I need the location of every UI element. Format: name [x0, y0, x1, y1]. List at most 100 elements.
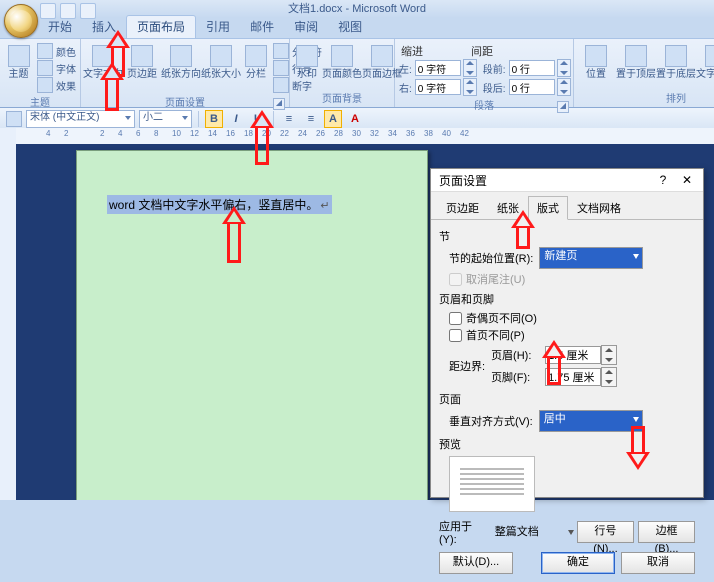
space-after-spin[interactable] [509, 78, 571, 96]
size-button[interactable]: 纸张大小 [203, 43, 239, 82]
dialog-body: 节 节的起始位置(R):新建页 取消尾注(U) 页眉和页脚 奇偶页不同(O) 首… [431, 220, 703, 512]
send-back-button[interactable]: 置于底层 [658, 43, 694, 82]
spinner-icon[interactable] [601, 345, 617, 365]
ribbon: 主题 颜色 字体 效果 主题 文字方向 页边距 纸张方向 纸张大小 分栏 分隔符… [0, 38, 714, 108]
space-before-input[interactable] [509, 60, 555, 76]
space-before-spin[interactable] [509, 59, 571, 77]
theme-effects[interactable]: 效果 [37, 77, 76, 93]
breaks-icon [273, 43, 289, 59]
default-button[interactable]: 默认(D)... [439, 552, 513, 574]
dialog-titlebar[interactable]: 页面设置 ? ✕ [431, 169, 703, 192]
valign-combo[interactable]: 居中 [539, 410, 643, 432]
tab-view[interactable]: 视图 [328, 16, 372, 38]
spinner-icon[interactable] [557, 78, 571, 96]
first-diff-label: 首页不同(P) [466, 327, 525, 343]
indent-right-spin[interactable] [415, 78, 477, 96]
themes-button[interactable]: 主题 [4, 43, 33, 82]
odd-even-check[interactable] [449, 312, 462, 325]
margins-button[interactable]: 页边距 [125, 43, 159, 82]
group-arrange: 位置 置于顶层 置于底层 文字环绕 对齐 排列 [574, 39, 714, 107]
align-left-button[interactable]: ≡ [280, 110, 298, 128]
footer-input[interactable] [545, 368, 601, 386]
columns-button[interactable]: 分栏 [243, 43, 269, 82]
ruler-horizontal[interactable]: 4224681012141618202224262830323436384042 [16, 128, 714, 145]
pagecolor-icon [331, 45, 353, 67]
position-button[interactable]: 位置 [578, 43, 614, 82]
spinner-icon[interactable] [463, 59, 477, 77]
spinner-icon[interactable] [601, 367, 617, 387]
palette-icon [37, 43, 53, 59]
apply-to-combo[interactable]: 整篇文档 [491, 524, 577, 540]
indent-label: 缩进 [401, 43, 423, 59]
line-number-button[interactable]: 行号(N)... [577, 521, 634, 543]
align-center-button[interactable]: ≡ [302, 110, 320, 128]
dlg-tab-grid[interactable]: 文档网格 [568, 196, 630, 220]
header-input[interactable] [545, 346, 601, 364]
odd-even-label: 奇偶页不同(O) [466, 310, 537, 326]
office-button[interactable] [4, 4, 38, 38]
pilcrow-icon [318, 198, 329, 212]
tab-home[interactable]: 开始 [38, 16, 82, 38]
qat-redo-icon[interactable] [80, 3, 96, 19]
tab-page-layout[interactable]: 页面布局 [126, 15, 196, 38]
qat-save-icon[interactable] [40, 3, 56, 19]
footer-spin[interactable] [545, 367, 617, 387]
tab-insert[interactable]: 插入 [82, 16, 126, 38]
size-combo[interactable]: 小二 [139, 110, 192, 128]
group-label-pagebg: 页面背景 [294, 89, 390, 107]
watermark-icon [296, 45, 318, 67]
wrap-icon [705, 45, 714, 67]
font-combo[interactable]: 宋体 (中文正文) [26, 110, 135, 128]
font-color-button[interactable]: A [346, 110, 364, 128]
linenum-icon [273, 60, 289, 76]
qat-undo-icon[interactable] [60, 3, 76, 19]
highlight-button[interactable]: A [324, 110, 342, 128]
watermark-button[interactable]: 水印 [294, 43, 320, 82]
page-color-button[interactable]: 页面颜色 [324, 43, 360, 82]
apply-to-label: 应用于(Y): [439, 518, 487, 546]
spinner-icon[interactable] [557, 59, 571, 77]
theme-colors[interactable]: 颜色 [37, 43, 76, 59]
dlg-tab-layout[interactable]: 版式 [528, 196, 568, 220]
indent-left-spin[interactable] [415, 59, 477, 77]
ruler-vertical[interactable] [0, 128, 17, 500]
paste-icon[interactable] [6, 111, 22, 127]
paragraph-text[interactable]: word 文档中文字水平偏右，竖直居中。 [107, 195, 332, 214]
pageborder-icon [371, 45, 393, 67]
bold-button[interactable]: B [205, 110, 223, 128]
footer-label: 页脚(F): [491, 369, 541, 385]
help-button[interactable]: ? [651, 171, 675, 189]
header-spin[interactable] [545, 345, 617, 365]
tab-mailings[interactable]: 邮件 [240, 16, 284, 38]
theme-fonts[interactable]: 字体 [37, 60, 76, 76]
border-button[interactable]: 边框(B)... [638, 521, 695, 543]
page[interactable]: word 文档中文字水平偏右，竖直居中。 [76, 150, 428, 500]
preview-box [449, 456, 535, 512]
tab-review[interactable]: 审阅 [284, 16, 328, 38]
spinner-icon[interactable] [463, 78, 477, 96]
indent-right-input[interactable] [415, 79, 461, 95]
text-wrap-button[interactable]: 文字环绕 [698, 43, 714, 82]
orientation-button[interactable]: 纸张方向 [163, 43, 199, 82]
tab-references[interactable]: 引用 [196, 16, 240, 38]
page-setup-launcher[interactable]: ◢ [273, 98, 285, 110]
section-start-label: 节的起始位置(R): [449, 250, 533, 266]
first-diff-check[interactable] [449, 329, 462, 342]
cancel-button[interactable]: 取消 [621, 552, 695, 574]
themes-icon [8, 45, 30, 67]
italic-button[interactable]: I [227, 110, 245, 128]
indent-left-input[interactable] [415, 60, 461, 76]
section-start-combo[interactable]: 新建页 [539, 247, 643, 269]
font-icon [37, 60, 53, 76]
dlg-tab-paper[interactable]: 纸张 [488, 196, 528, 220]
paragraph-launcher[interactable]: ◢ [557, 101, 569, 113]
section-heading: 节 [439, 228, 695, 244]
ok-button[interactable]: 确定 [541, 552, 615, 574]
hf-heading: 页眉和页脚 [439, 291, 695, 307]
underline-button[interactable]: U [249, 110, 267, 128]
text-direction-button[interactable]: 文字方向 [85, 43, 121, 82]
dlg-tab-margins[interactable]: 页边距 [437, 196, 488, 220]
close-button[interactable]: ✕ [675, 171, 699, 189]
bring-front-button[interactable]: 置于顶层 [618, 43, 654, 82]
space-after-input[interactable] [509, 79, 555, 95]
